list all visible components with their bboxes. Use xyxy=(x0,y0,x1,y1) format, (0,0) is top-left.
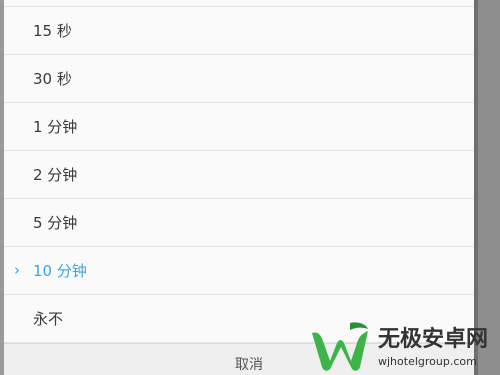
option-2-minutes[interactable]: 2 分钟 xyxy=(4,151,474,199)
option-label: 15 秒 xyxy=(33,22,72,40)
option-label: 10 分钟 xyxy=(33,262,87,280)
option-label: 30 秒 xyxy=(33,70,72,88)
watermark-url: wjhotelgroup.com xyxy=(378,355,477,368)
check-chevron-icon: › xyxy=(14,261,20,279)
option-10-minutes[interactable]: › 10 分钟 xyxy=(4,247,474,295)
option-label: 2 分钟 xyxy=(33,166,78,184)
watermark: 无极安卓网 wjhotelgroup.com xyxy=(306,319,496,375)
option-1-minute[interactable]: 1 分钟 xyxy=(4,103,474,151)
cancel-button[interactable]: 取消 xyxy=(209,354,289,375)
w-logo-icon xyxy=(312,322,368,371)
option-label: 1 分钟 xyxy=(33,118,78,136)
option-15-seconds[interactable]: 15 秒 xyxy=(4,7,474,55)
option-5-minutes[interactable]: 5 分钟 xyxy=(4,199,474,247)
option-label: 永不 xyxy=(33,310,64,328)
option-label: 5 分钟 xyxy=(33,214,78,232)
watermark-title: 无极安卓网 xyxy=(378,327,489,352)
option-30-seconds[interactable]: 30 秒 xyxy=(4,55,474,103)
screen-timeout-sheet: 15 秒 30 秒 1 分钟 2 分钟 5 分钟 › 10 分钟 永不 取消 无… xyxy=(0,0,500,375)
